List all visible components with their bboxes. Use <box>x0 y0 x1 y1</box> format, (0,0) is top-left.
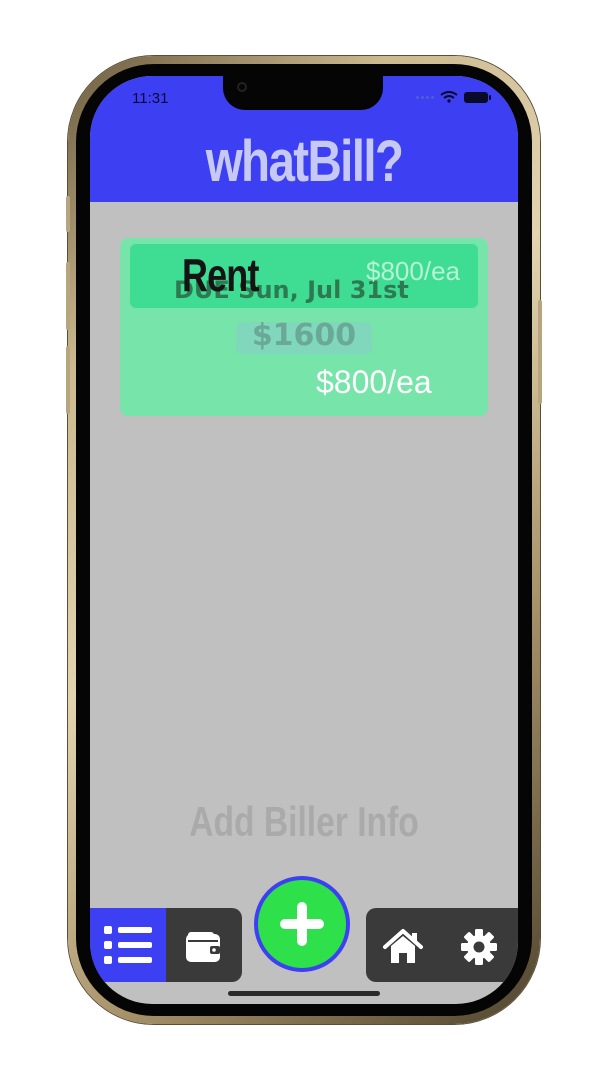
app-screen: 11:31 whatBill? Rent DUE Sun, Jul 31st R… <box>90 76 518 1004</box>
app-header: 11:31 whatBill? <box>90 76 518 202</box>
app-title: whatBill? <box>205 129 404 194</box>
volume-down-button <box>66 346 70 414</box>
wallet-icon <box>186 932 220 962</box>
nav-wallet-button[interactable] <box>184 930 224 964</box>
silent-switch <box>66 196 70 232</box>
add-bill-button[interactable] <box>254 876 350 972</box>
status-icons <box>416 91 491 103</box>
nav-home-button[interactable] <box>382 928 424 966</box>
power-button <box>538 300 542 404</box>
nav-settings-button[interactable] <box>460 928 498 966</box>
plus-icon <box>280 902 324 946</box>
signal-icon <box>416 95 434 99</box>
list-icon <box>104 926 152 964</box>
camera-icon <box>237 82 247 92</box>
bill-name: Rent <box>182 249 259 301</box>
home-indicator <box>228 991 380 996</box>
notch <box>223 76 383 110</box>
wifi-icon <box>440 91 458 103</box>
bill-per-person: $800/ea <box>316 364 432 400</box>
bill-total: $1600 <box>251 318 357 353</box>
add-biller-hint: Add Biller Info <box>189 798 419 845</box>
gear-icon <box>461 929 497 965</box>
bill-per-person-header: $800/ea <box>366 256 460 286</box>
battery-icon <box>464 91 491 103</box>
volume-up-button <box>66 262 70 330</box>
home-icon <box>383 929 423 963</box>
nav-list-button[interactable] <box>90 908 166 982</box>
status-time: 11:31 <box>132 90 169 107</box>
